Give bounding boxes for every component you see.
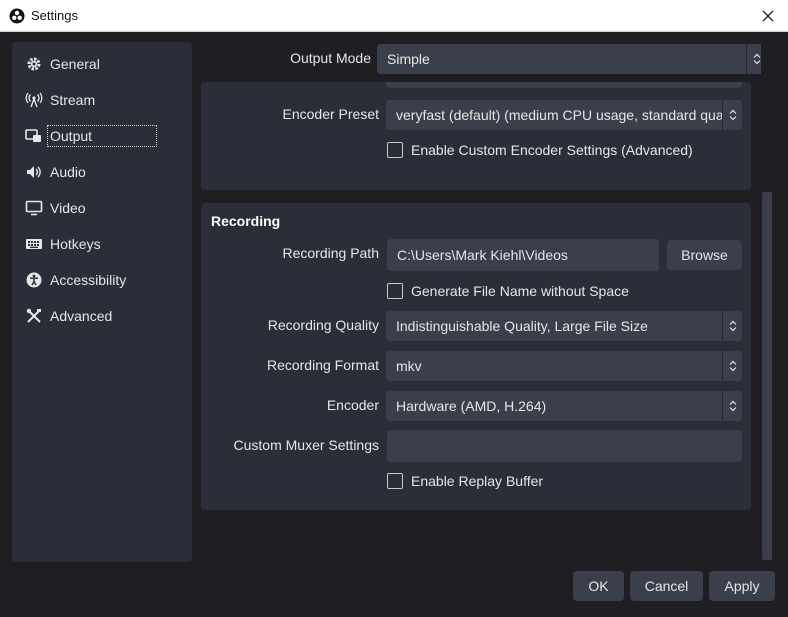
title-bar: Settings — [0, 0, 788, 32]
sidebar-item-hotkeys[interactable]: Hotkeys — [24, 232, 184, 256]
close-icon[interactable] — [758, 6, 778, 26]
browse-button[interactable]: Browse — [667, 240, 742, 270]
speaker-icon — [24, 162, 44, 182]
recording-panel: Recording Recording Path C:\Users\Mark K… — [201, 203, 751, 510]
monitor-icon — [24, 198, 44, 218]
checkbox-label: Enable Custom Encoder Settings (Advanced… — [411, 142, 693, 158]
sidebar-item-label: Accessibility — [50, 272, 127, 288]
recording-quality-select[interactable]: Indistinguishable Quality, Large File Si… — [386, 311, 742, 341]
encoder-preset-select[interactable]: veryfast (default) (medium CPU usage, st… — [386, 100, 742, 130]
cancel-button[interactable]: Cancel — [630, 571, 703, 601]
output-mode-label: Output Mode — [290, 50, 371, 66]
output-settings-content: Output Mode Simple Encoder Preset veryfa… — [201, 32, 761, 567]
encoder-select[interactable]: Hardware (AMD, H.264) — [386, 391, 742, 421]
accessibility-icon — [24, 270, 44, 290]
recording-path-value: C:\Users\Mark Kiehl\Videos — [397, 247, 568, 263]
sidebar-item-label: Stream — [50, 92, 96, 108]
settings-window: General Stream Output Audio Video Hotkey… — [0, 32, 788, 617]
checkbox-box[interactable] — [387, 473, 403, 489]
sidebar-item-accessibility[interactable]: Accessibility — [24, 268, 184, 292]
apply-button[interactable]: Apply — [709, 571, 775, 601]
output-icon — [24, 126, 44, 146]
sidebar-item-general[interactable]: General — [24, 52, 184, 76]
content-scrollbar[interactable] — [762, 192, 772, 560]
sidebar: General Stream Output Audio Video Hotkey… — [12, 42, 192, 562]
output-mode-select[interactable]: Simple — [377, 44, 761, 74]
chevron-updown-icon — [746, 44, 761, 74]
sidebar-item-label: Hotkeys — [50, 236, 101, 252]
sidebar-item-advanced[interactable]: Advanced — [24, 304, 184, 328]
recording-path-input[interactable]: C:\Users\Mark Kiehl\Videos — [387, 239, 659, 271]
sidebar-item-stream[interactable]: Stream — [24, 88, 184, 112]
recording-format-select[interactable]: mkv — [386, 351, 742, 381]
sidebar-item-label: General — [50, 56, 100, 72]
window-title: Settings — [31, 8, 78, 23]
sidebar-item-video[interactable]: Video — [24, 196, 184, 220]
custom-encoder-settings-checkbox[interactable]: Enable Custom Encoder Settings (Advanced… — [387, 142, 693, 158]
recording-section-title: Recording — [211, 213, 281, 229]
recording-format-label: Recording Format — [266, 357, 379, 373]
chevron-updown-icon — [722, 391, 742, 421]
recording-format-value: mkv — [396, 358, 422, 374]
ok-button[interactable]: OK — [573, 571, 624, 601]
checkbox-label: Generate File Name without Space — [411, 283, 629, 299]
checkbox-box[interactable] — [387, 283, 403, 299]
antenna-icon — [24, 90, 44, 110]
sidebar-item-label: Advanced — [50, 308, 113, 324]
output-mode-value: Simple — [387, 51, 430, 67]
custom-muxer-input[interactable] — [387, 430, 742, 462]
sidebar-item-audio[interactable]: Audio — [24, 160, 184, 184]
sidebar-item-label: Output — [46, 125, 158, 147]
custom-muxer-label: Custom Muxer Settings — [233, 437, 380, 453]
recording-quality-value: Indistinguishable Quality, Large File Si… — [396, 318, 648, 334]
sidebar-item-label: Audio — [50, 164, 86, 180]
checkbox-box[interactable] — [387, 142, 403, 158]
keyboard-icon — [24, 234, 44, 254]
encoder-label: Encoder — [326, 397, 379, 413]
recording-quality-label: Recording Quality — [267, 317, 379, 333]
recording-path-label: Recording Path — [282, 245, 379, 261]
replay-buffer-checkbox[interactable]: Enable Replay Buffer — [387, 473, 543, 489]
streaming-panel: Encoder Preset veryfast (default) (mediu… — [201, 82, 751, 190]
sidebar-item-label: Video — [50, 200, 86, 216]
sidebar-item-output[interactable]: Output — [24, 124, 184, 148]
checkbox-label: Enable Replay Buffer — [411, 473, 544, 489]
tools-icon — [24, 306, 44, 326]
chevron-updown-icon — [722, 311, 742, 341]
gear-icon — [24, 54, 44, 74]
chevron-updown-icon — [722, 351, 742, 381]
chevron-updown-icon — [722, 100, 742, 130]
no-space-filename-checkbox[interactable]: Generate File Name without Space — [387, 283, 629, 299]
encoder-preset-value: veryfast (default) (medium CPU usage, st… — [396, 107, 742, 123]
encoder-value: Hardware (AMD, H.264) — [396, 398, 547, 414]
encoder-preset-label: Encoder Preset — [282, 106, 380, 122]
select-edge — [386, 82, 742, 88]
obs-logo-icon — [9, 8, 25, 24]
